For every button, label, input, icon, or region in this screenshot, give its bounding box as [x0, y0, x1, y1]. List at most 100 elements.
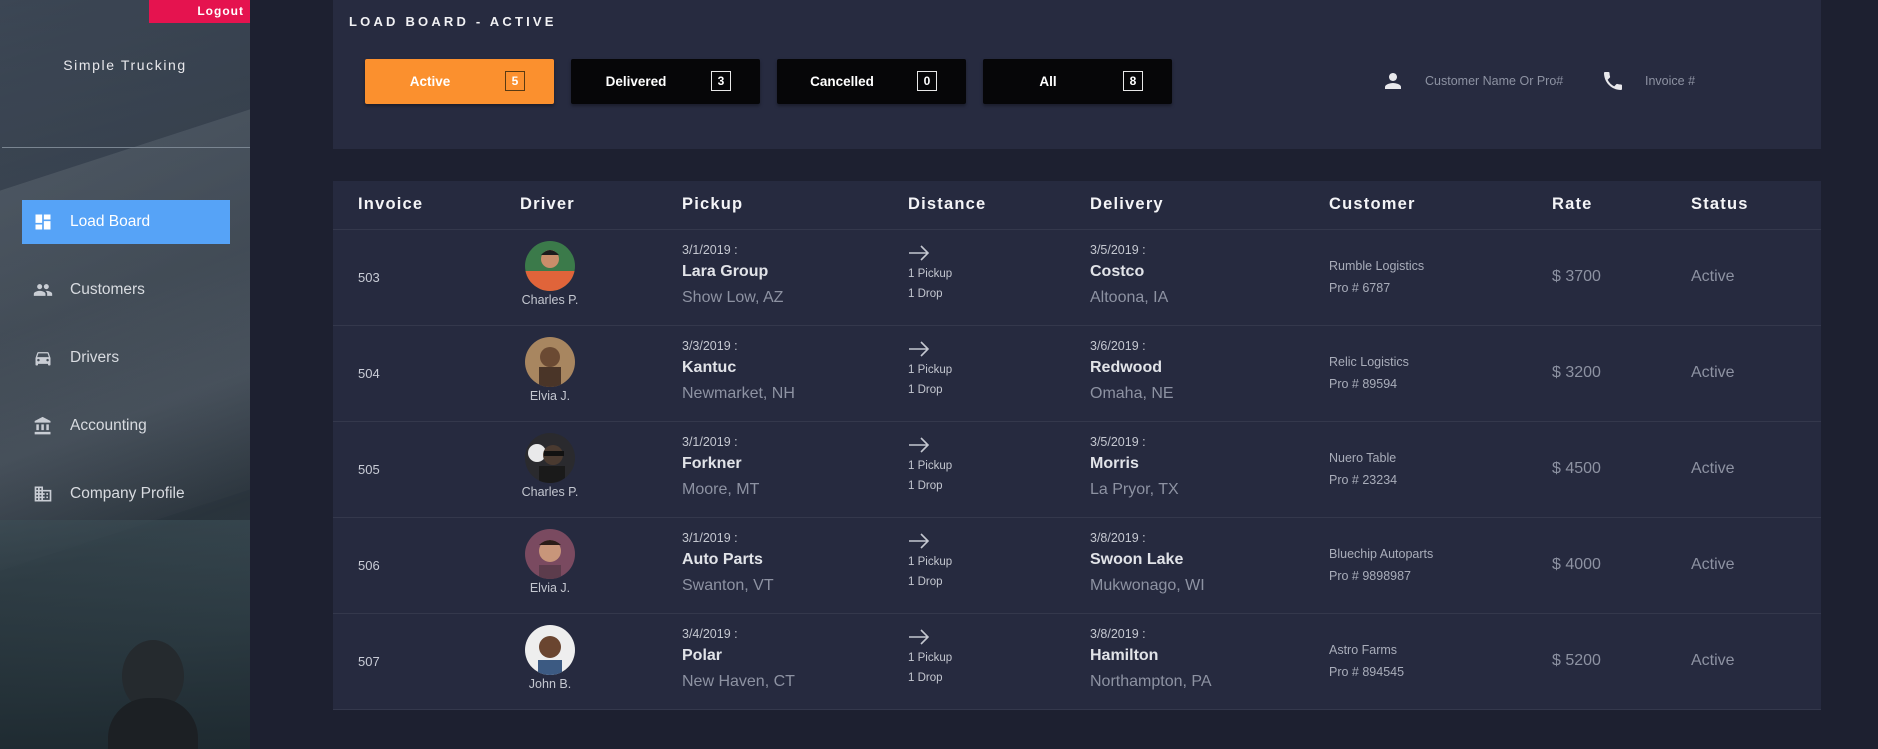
driver-name: John B. — [528, 677, 572, 691]
delivery-cell: 3/8/2019 : Swoon Lake Mukwonago, WI — [1090, 531, 1205, 595]
pickup-date: 3/3/2019 : — [682, 339, 738, 353]
column-header-distance[interactable]: Distance — [908, 195, 986, 214]
column-header-driver[interactable]: Driver — [520, 195, 575, 214]
filter-cancelled-button[interactable]: Cancelled 0 — [777, 59, 966, 104]
table-row[interactable]: 506 Elvia J. 3/1/2019 : Auto Parts Swant… — [333, 518, 1821, 614]
pickup-location: Kantuc — [682, 359, 737, 376]
pickup-city: New Haven, CT — [682, 673, 795, 690]
customer-name: Rumble Logistics — [1329, 259, 1425, 273]
rate-value: $ 4500 — [1552, 460, 1601, 477]
sidebar-divider — [2, 147, 250, 148]
sidebar-item-company-profile[interactable]: Company Profile — [22, 472, 230, 516]
rate-value: $ 4000 — [1552, 556, 1601, 573]
customer-cell: Bluechip Autoparts Pro # 9898987 — [1329, 547, 1433, 583]
pickup-count: 1 Pickup — [908, 268, 953, 280]
table-header: Invoice Driver Pickup Distance Delivery … — [333, 181, 1821, 230]
status-badge: Active — [1691, 268, 1735, 285]
arrow-right-icon — [908, 628, 930, 646]
filter-label: Delivered — [605, 74, 667, 89]
sidebar-item-customers[interactable]: Customers — [22, 268, 230, 312]
arrow-right-icon — [908, 436, 930, 454]
column-header-rate[interactable]: Rate — [1552, 195, 1593, 214]
avatar — [525, 337, 575, 387]
filter-count-badge: 8 — [1123, 71, 1143, 91]
table-row[interactable]: 504 Elvia J. 3/3/2019 : Kantuc Newmarket… — [333, 326, 1821, 422]
pickup-count: 1 Pickup — [908, 652, 953, 664]
delivery-location: Morris — [1090, 455, 1139, 472]
delivery-date: 3/8/2019 : — [1090, 531, 1146, 545]
pickup-location: Auto Parts — [682, 551, 763, 568]
delivery-city: La Pryor, TX — [1090, 481, 1179, 498]
delivery-city: Omaha, NE — [1090, 385, 1174, 402]
avatar — [525, 433, 575, 483]
arrow-right-icon — [908, 244, 930, 262]
customer-search — [1381, 66, 1577, 96]
driver-cell: Charles P. — [520, 241, 580, 307]
invoice-number: 503 — [358, 270, 380, 285]
pickup-date: 3/1/2019 : — [682, 435, 738, 449]
filter-label: All — [1039, 74, 1057, 89]
distance-cell: 1 Pickup 1 Drop — [908, 340, 952, 396]
drop-count: 1 Drop — [908, 576, 943, 588]
driver-name: Charles P. — [521, 293, 579, 307]
pickup-count: 1 Pickup — [908, 364, 953, 376]
pickup-location: Forkner — [682, 455, 742, 472]
column-header-customer[interactable]: Customer — [1329, 195, 1416, 214]
bank-icon — [32, 416, 54, 436]
filter-label: Cancelled — [810, 74, 874, 89]
filter-label: Active — [409, 74, 451, 89]
drop-count: 1 Drop — [908, 384, 943, 396]
customer-search-input[interactable] — [1423, 73, 1577, 89]
sidebar-item-label: Customers — [70, 281, 145, 298]
pro-number: Pro # 6787 — [1329, 281, 1391, 295]
sidebar-item-label: Drivers — [70, 349, 120, 366]
column-header-delivery[interactable]: Delivery — [1090, 195, 1164, 214]
sidebar-item-label: Accounting — [70, 417, 147, 434]
pickup-date: 3/4/2019 : — [682, 627, 738, 641]
logout-button[interactable]: Logout — [149, 0, 250, 23]
table-row[interactable]: 505 Charles P. 3/1/2019 : Forkner Moore,… — [333, 422, 1821, 518]
avatar — [525, 625, 575, 675]
table-row[interactable]: 503 Charles P. 3/1/2019 : Lara Group Sho… — [333, 230, 1821, 326]
delivery-date: 3/6/2019 : — [1090, 339, 1146, 353]
sidebar-item-drivers[interactable]: Drivers — [22, 336, 230, 380]
column-header-pickup[interactable]: Pickup — [682, 195, 743, 214]
customer-cell: Relic Logistics Pro # 89594 — [1329, 355, 1409, 391]
pickup-date: 3/1/2019 : — [682, 531, 738, 545]
distance-cell: 1 Pickup 1 Drop — [908, 532, 952, 588]
delivery-location: Costco — [1090, 263, 1145, 280]
loads-table: Invoice Driver Pickup Distance Delivery … — [333, 181, 1821, 710]
rate-value: $ 5200 — [1552, 652, 1601, 669]
column-header-status[interactable]: Status — [1691, 195, 1749, 214]
filter-active-button[interactable]: Active 5 — [365, 59, 554, 104]
delivery-city: Mukwonago, WI — [1090, 577, 1205, 594]
invoice-number: 507 — [358, 654, 380, 669]
table-row[interactable]: 507 John B. 3/4/2019 : Polar New Haven, … — [333, 614, 1821, 710]
dashboard-icon — [32, 212, 54, 232]
pickup-city: Show Low, AZ — [682, 289, 784, 306]
filter-count-badge: 0 — [917, 71, 937, 91]
filter-all-button[interactable]: All 8 — [983, 59, 1172, 104]
sidebar-item-load-board[interactable]: Load Board — [22, 200, 230, 244]
column-header-invoice[interactable]: Invoice — [358, 195, 423, 214]
status-badge: Active — [1691, 460, 1735, 477]
building-icon — [32, 484, 54, 504]
invoice-search-input[interactable] — [1643, 73, 1797, 89]
driver-cell: Charles P. — [520, 433, 580, 499]
customer-name: Astro Farms — [1329, 643, 1398, 657]
customer-cell: Rumble Logistics Pro # 6787 — [1329, 259, 1424, 295]
pickup-count: 1 Pickup — [908, 460, 953, 472]
filter-count-badge: 3 — [711, 71, 731, 91]
sidebar-item-accounting[interactable]: Accounting — [22, 404, 230, 448]
delivery-city: Northampton, PA — [1090, 673, 1212, 690]
delivery-cell: 3/5/2019 : Costco Altoona, IA — [1090, 243, 1168, 307]
rate-value: $ 3200 — [1552, 364, 1601, 381]
delivery-location: Swoon Lake — [1090, 551, 1184, 568]
filter-delivered-button[interactable]: Delivered 3 — [571, 59, 760, 104]
pickup-count: 1 Pickup — [908, 556, 953, 568]
pickup-date: 3/1/2019 : — [682, 243, 738, 257]
distance-cell: 1 Pickup 1 Drop — [908, 628, 952, 684]
status-badge: Active — [1691, 556, 1735, 573]
background-person — [108, 640, 198, 749]
delivery-date: 3/8/2019 : — [1090, 627, 1146, 641]
